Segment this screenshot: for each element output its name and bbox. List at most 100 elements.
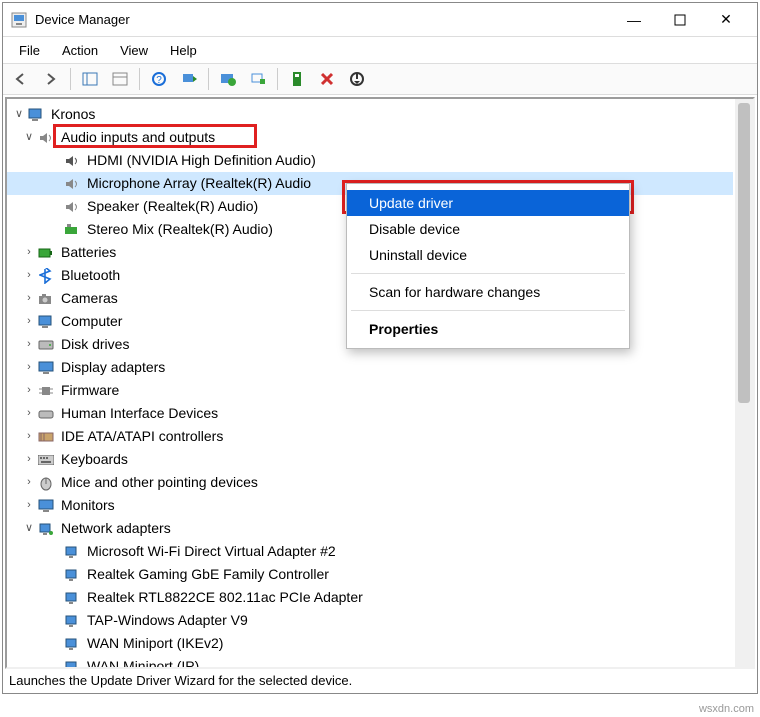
network-adapter-icon <box>63 635 81 653</box>
menu-view[interactable]: View <box>110 41 158 60</box>
device-label: WAN Miniport (IKEv2) <box>85 632 225 655</box>
speaker-icon <box>63 198 81 216</box>
disable-device-button[interactable] <box>343 67 371 91</box>
collapse-icon[interactable]: ∨ <box>21 126 37 149</box>
ctx-disable-device[interactable]: Disable device <box>347 216 629 242</box>
menu-help[interactable]: Help <box>160 41 207 60</box>
ctx-properties[interactable]: Properties <box>347 316 629 342</box>
category-hid[interactable]: ›Human Interface Devices <box>7 402 733 425</box>
status-text: Launches the Update Driver Wizard for th… <box>9 673 352 688</box>
computer-icon <box>37 313 55 331</box>
vertical-scrollbar[interactable] <box>735 99 753 667</box>
keyboard-icon <box>37 451 55 469</box>
collapse-icon[interactable]: ∨ <box>11 103 27 126</box>
expand-icon[interactable]: › <box>21 287 37 310</box>
network-icon <box>37 520 55 538</box>
category-keyboards[interactable]: › Keyboards <box>7 448 733 471</box>
app-icon <box>11 12 27 28</box>
ctx-uninstall-device[interactable]: Uninstall device <box>347 242 629 268</box>
device-label: HDMI (NVIDIA High Definition Audio) <box>85 149 318 172</box>
menubar: File Action View Help <box>3 37 757 63</box>
device-hdmi-audio[interactable]: HDMI (NVIDIA High Definition Audio) <box>7 149 733 172</box>
speaker-icon <box>63 221 81 239</box>
uninstall-device-button[interactable] <box>313 67 341 91</box>
root-node[interactable]: ∨ Kronos <box>7 103 733 126</box>
collapse-icon[interactable]: ∨ <box>21 517 37 540</box>
category-label: Computer <box>59 310 124 333</box>
minimize-button[interactable]: — <box>611 3 657 37</box>
statusbar: Launches the Update Driver Wizard for th… <box>3 671 757 693</box>
category-firmware[interactable]: ›Firmware <box>7 379 733 402</box>
network-adapter-icon <box>63 612 81 630</box>
device-tap-windows[interactable]: TAP-Windows Adapter V9 <box>7 609 733 632</box>
back-button[interactable] <box>7 67 35 91</box>
expand-icon[interactable]: › <box>21 241 37 264</box>
help-button[interactable]: ? <box>145 67 173 91</box>
device-realtek-gbe[interactable]: Realtek Gaming GbE Family Controller <box>7 563 733 586</box>
device-wan-ikev2[interactable]: WAN Miniport (IKEv2) <box>7 632 733 655</box>
forward-button[interactable] <box>37 67 65 91</box>
category-mice[interactable]: › Mice and other pointing devices <box>7 471 733 494</box>
monitor-icon <box>37 497 55 515</box>
close-button[interactable]: ✕ <box>703 3 749 37</box>
battery-icon <box>37 244 55 262</box>
category-label: Batteries <box>59 241 118 264</box>
speaker-icon <box>63 152 81 170</box>
bluetooth-icon <box>37 267 55 285</box>
disk-icon <box>37 336 55 354</box>
watermark: wsxdn.com <box>699 703 754 715</box>
category-label: Mice and other pointing devices <box>59 471 260 494</box>
expand-icon[interactable]: › <box>21 379 37 402</box>
expand-icon[interactable]: › <box>21 425 37 448</box>
expand-icon[interactable]: › <box>21 264 37 287</box>
network-adapter-icon <box>63 566 81 584</box>
root-label: Kronos <box>49 103 97 126</box>
category-audio[interactable]: ∨ Audio inputs and outputs <box>7 126 733 149</box>
device-wifi-direct[interactable]: Microsoft Wi-Fi Direct Virtual Adapter #… <box>7 540 733 563</box>
context-menu: Update driver Disable device Uninstall d… <box>346 183 630 349</box>
category-display-adapters[interactable]: › Display adapters <box>7 356 733 379</box>
category-label: Disk drives <box>59 333 131 356</box>
category-label: Cameras <box>59 287 120 310</box>
update-driver-button[interactable] <box>214 67 242 91</box>
category-label: Keyboards <box>59 448 130 471</box>
category-label: Display adapters <box>59 356 167 379</box>
category-ide[interactable]: ›IDE ATA/ATAPI controllers <box>7 425 733 448</box>
category-label: Network adapters <box>59 517 173 540</box>
maximize-button[interactable] <box>657 3 703 37</box>
device-manager-window: Device Manager — ✕ File Action View Help… <box>2 2 758 694</box>
expand-icon[interactable]: › <box>21 356 37 379</box>
ide-icon <box>37 428 55 446</box>
menu-file[interactable]: File <box>9 41 50 60</box>
hid-icon <box>37 405 55 423</box>
add-legacy-button[interactable] <box>244 67 272 91</box>
enable-device-button[interactable] <box>283 67 311 91</box>
expand-icon[interactable]: › <box>21 494 37 517</box>
expand-icon[interactable]: › <box>21 402 37 425</box>
mouse-icon <box>37 474 55 492</box>
device-label: Microphone Array (Realtek(R) Audio <box>85 172 313 195</box>
ctx-scan-hardware[interactable]: Scan for hardware changes <box>347 279 629 305</box>
device-label: TAP-Windows Adapter V9 <box>85 609 250 632</box>
expand-icon[interactable]: › <box>21 333 37 356</box>
category-monitors[interactable]: ›Monitors <box>7 494 733 517</box>
category-network[interactable]: ∨ Network adapters <box>7 517 733 540</box>
properties-button[interactable] <box>106 67 134 91</box>
device-realtek-wifi[interactable]: Realtek RTL8822CE 802.11ac PCIe Adapter <box>7 586 733 609</box>
expand-icon[interactable]: › <box>21 471 37 494</box>
computer-icon <box>27 106 45 124</box>
speaker-icon <box>63 175 81 193</box>
titlebar: Device Manager — ✕ <box>3 3 757 37</box>
device-wan-ip[interactable]: WAN Miniport (IP) <box>7 655 733 667</box>
scrollbar-thumb[interactable] <box>738 103 750 403</box>
expand-icon[interactable]: › <box>21 448 37 471</box>
device-label: Microsoft Wi-Fi Direct Virtual Adapter #… <box>85 540 338 563</box>
menu-action[interactable]: Action <box>52 41 108 60</box>
expand-icon[interactable]: › <box>21 310 37 333</box>
scan-hardware-button[interactable] <box>175 67 203 91</box>
svg-text:?: ? <box>156 75 162 86</box>
device-label: Speaker (Realtek(R) Audio) <box>85 195 260 218</box>
show-hide-tree-button[interactable] <box>76 67 104 91</box>
ctx-update-driver[interactable]: Update driver <box>347 190 629 216</box>
camera-icon <box>37 290 55 308</box>
